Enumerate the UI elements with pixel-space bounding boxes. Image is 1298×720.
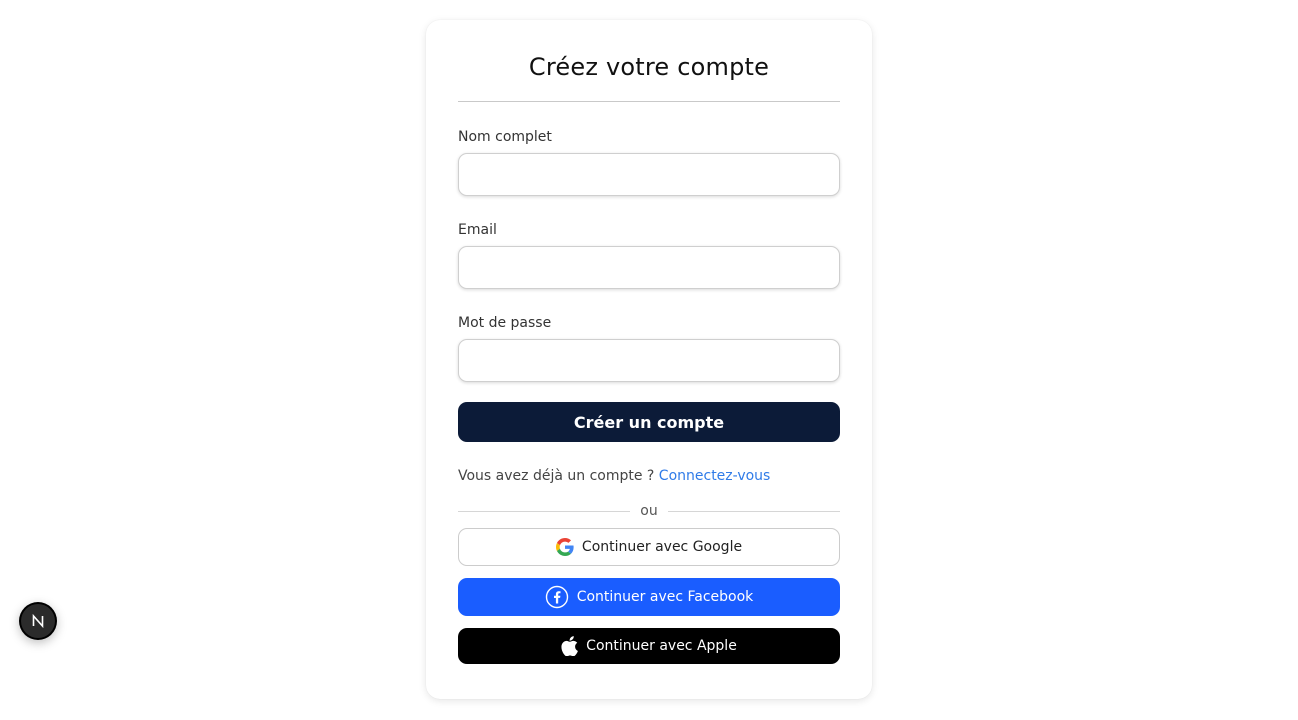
full-name-input[interactable]: [458, 153, 840, 196]
signin-prompt-text: Vous avez déjà un compte ?: [458, 468, 655, 484]
facebook-signin-button[interactable]: Continuer avec Facebook: [458, 578, 840, 616]
facebook-button-label: Continuer avec Facebook: [576, 589, 754, 605]
email-input[interactable]: [458, 246, 840, 289]
page-title: Créez votre compte: [528, 53, 770, 81]
signin-prompt: Vous avez déjà un compte ? Connectez-vou…: [458, 467, 840, 485]
signin-link[interactable]: Connectez-vous: [659, 468, 771, 484]
or-divider-line-right: [667, 510, 841, 512]
apple-signin-button[interactable]: Continuer avec Apple: [458, 628, 840, 664]
google-button-label: Continuer avec Google: [581, 539, 743, 555]
create-account-button[interactable]: Créer un compte: [458, 402, 840, 442]
or-divider-text: ou: [640, 503, 658, 519]
nextjs-dev-badge[interactable]: [19, 602, 57, 640]
google-signin-button[interactable]: Continuer avec Google: [458, 528, 840, 566]
apple-logo-icon: [561, 636, 579, 656]
password-label: Mot de passe: [458, 315, 552, 331]
password-input[interactable]: [458, 339, 840, 382]
google-logo-icon: [555, 538, 574, 556]
facebook-logo-icon: [545, 585, 569, 609]
apple-button-label: Continuer avec Apple: [586, 638, 737, 654]
or-divider: ou: [458, 502, 841, 520]
email-label: Email: [458, 222, 497, 238]
full-name-label: Nom complet: [458, 129, 552, 145]
signup-card: Créez votre compte Nom complet Email Mot…: [426, 20, 872, 699]
or-divider-line-left: [458, 510, 631, 512]
nextjs-logo-icon: [21, 604, 55, 638]
